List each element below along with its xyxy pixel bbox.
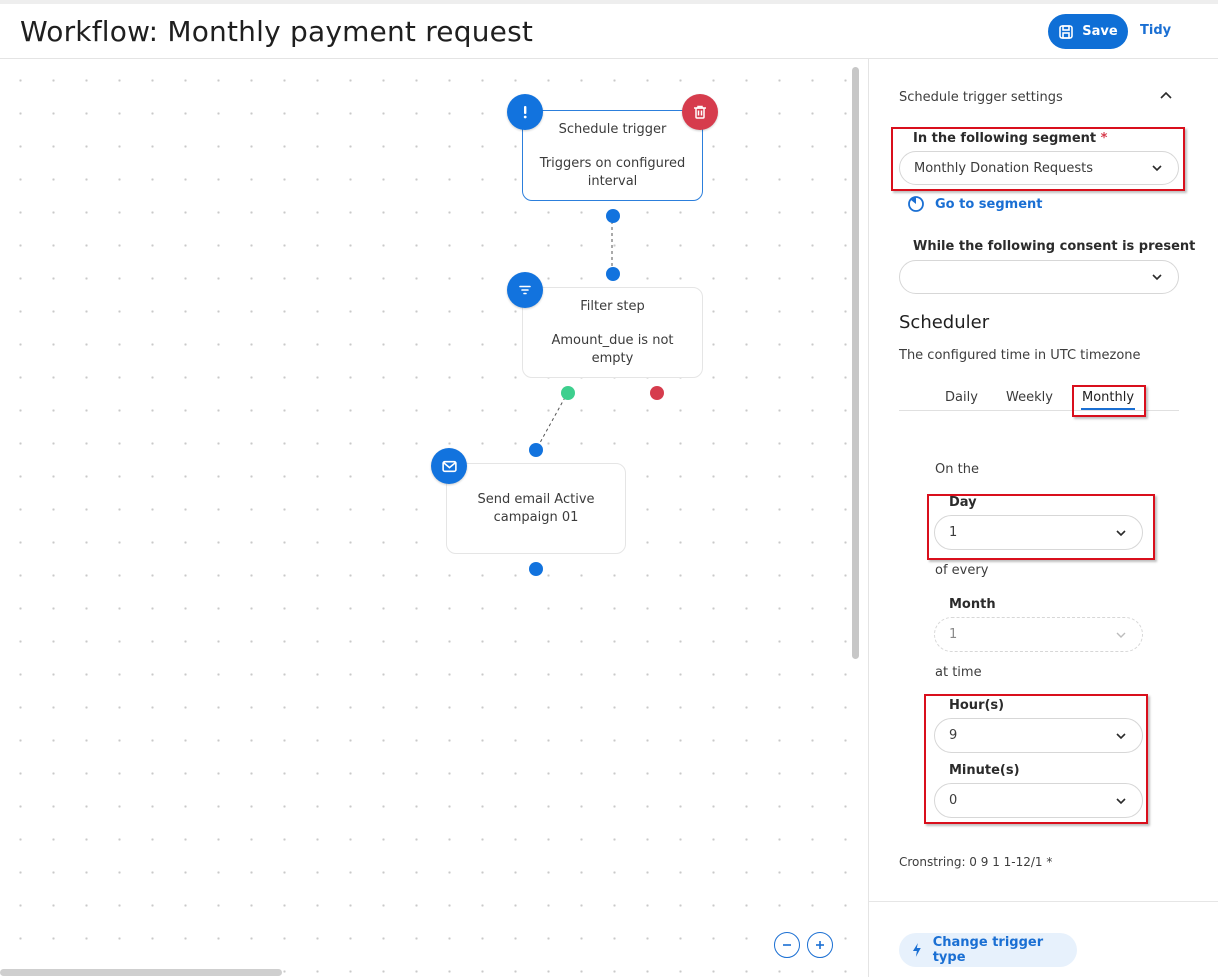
schedule-trigger-node[interactable]: Schedule trigger Triggers on configured … [522,110,703,201]
save-button-label: Save [1082,24,1118,39]
chevron-up-icon[interactable] [1157,87,1175,105]
month-value: 1 [949,627,958,642]
pie-chart-icon [908,196,924,212]
output-port[interactable] [606,209,620,223]
at-time-label: at time [935,665,982,680]
highlight-box [927,494,1155,560]
page-header: Workflow: Monthly payment request Save T… [0,4,1218,59]
node-title: Filter step [580,299,645,314]
save-icon [1059,24,1074,39]
panel-divider [869,901,1218,902]
go-to-segment-link[interactable]: Go to segment [907,195,1043,213]
zoom-in-button[interactable] [807,932,833,958]
scheduler-note: The configured time in UTC timezone [899,348,1141,363]
save-button[interactable]: Save [1048,14,1128,49]
horizontal-scrollbar[interactable] [0,969,282,976]
tab-weekly[interactable]: Weekly [1006,390,1053,405]
vertical-scrollbar[interactable] [852,67,859,659]
minus-icon [783,944,791,946]
chevron-down-icon [1116,632,1126,638]
tab-daily[interactable]: Daily [945,390,978,405]
tidy-button[interactable]: Tidy [1140,23,1171,38]
node-description: Amount_due is not empty [551,333,674,366]
chevron-down-icon [1152,274,1162,281]
consent-label: While the following consent is present [913,239,1196,254]
highlight-box [1072,385,1146,417]
month-label: Month [949,597,996,612]
highlight-box [924,694,1148,824]
true-branch-port[interactable] [561,386,575,400]
change-trigger-type-label: Change trigger type [932,935,1044,965]
section-title: Schedule trigger settings [899,90,1063,105]
page-title: Workflow: Monthly payment request [20,15,534,48]
cronstring: Cronstring: 0 9 1 1-12/1 * [899,855,1053,869]
filter-icon [507,272,543,308]
highlight-box [891,127,1185,191]
node-title: Send email Active campaign 01 [477,492,595,525]
settings-panel: Schedule trigger settings In the followi… [868,59,1218,977]
on-the-label: On the [935,462,979,477]
send-email-node[interactable]: Send email Active campaign 01 [446,463,626,554]
of-every-label: of every [935,563,989,578]
month-select: 1 [934,617,1143,652]
trash-icon[interactable] [682,94,718,130]
exclamation-icon [507,94,543,130]
lightning-icon [912,943,921,957]
output-port[interactable] [529,562,543,576]
node-description: Triggers on configured interval [539,156,686,189]
node-title: Schedule trigger [558,122,667,137]
scheduler-title: Scheduler [899,312,990,333]
consent-select[interactable] [899,260,1179,294]
false-branch-port[interactable] [650,386,664,400]
input-port[interactable] [529,443,543,457]
connectors [535,215,613,451]
input-port[interactable] [606,267,620,281]
change-trigger-type-button[interactable]: Change trigger type [899,933,1077,967]
mail-icon [431,448,467,484]
zoom-out-button[interactable] [774,932,800,958]
workflow-canvas[interactable]: Schedule trigger Triggers on configured … [0,59,868,977]
plus-icon [816,941,824,949]
filter-step-node[interactable]: Filter step Amount_due is not empty [522,287,703,378]
